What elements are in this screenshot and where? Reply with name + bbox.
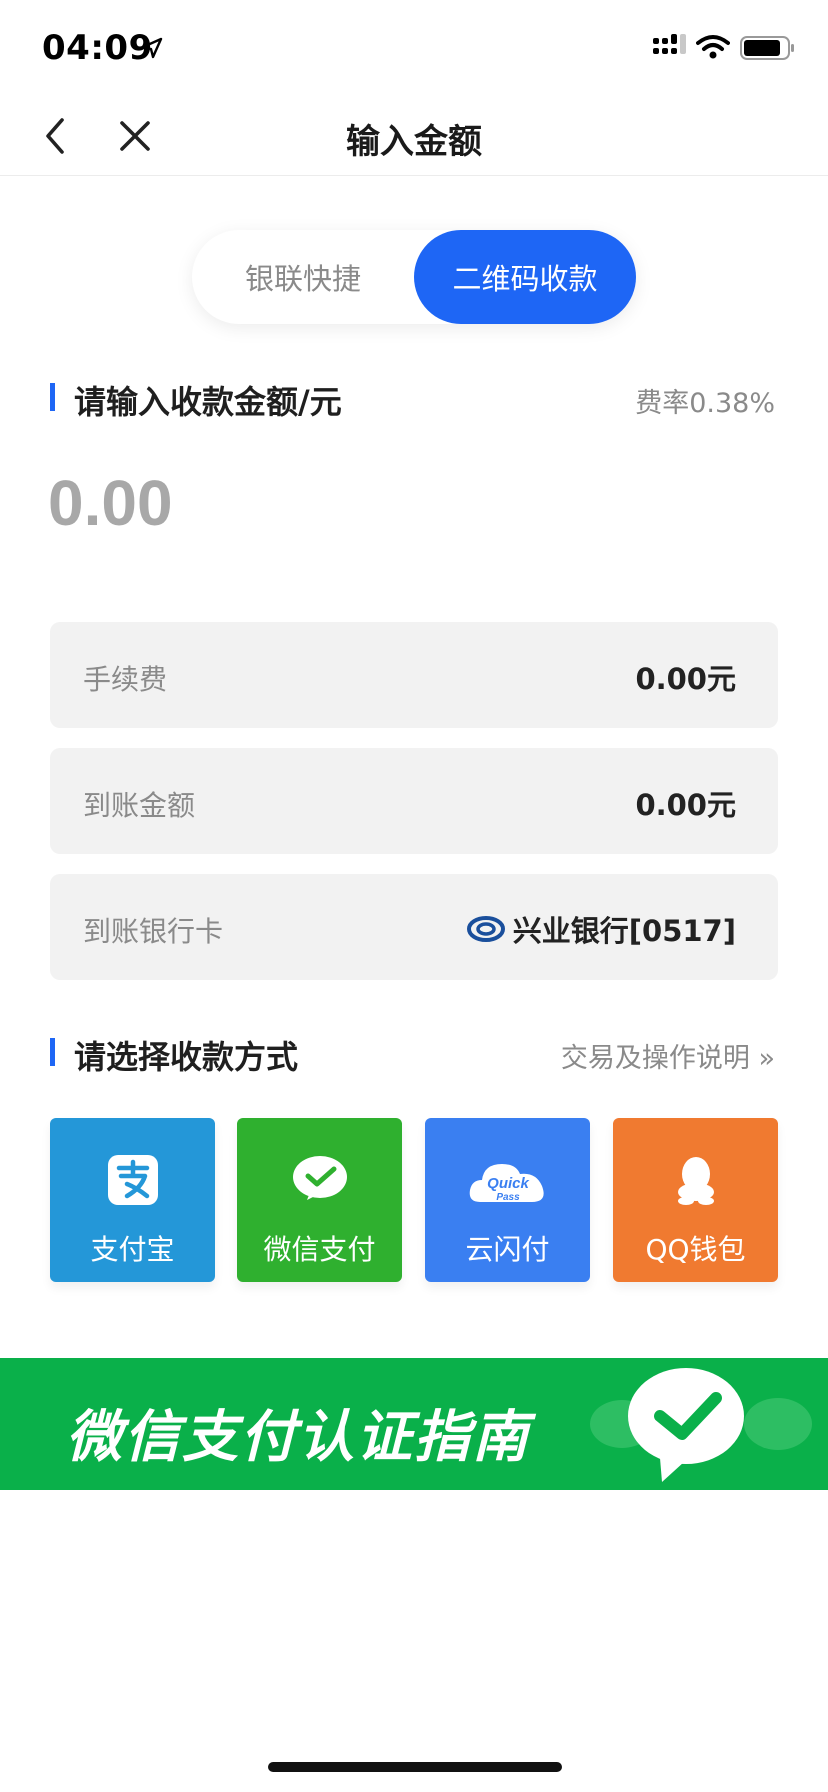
qq-icon [613, 1154, 778, 1208]
section-accent-bar [50, 383, 55, 411]
operation-guide-link[interactable]: 交易及操作说明 » [561, 1036, 775, 1075]
method-quickpass-label: 云闪付 [465, 1233, 550, 1266]
fee-value: 0.00元 [635, 662, 736, 696]
status-time: 04:09 [42, 28, 153, 68]
method-wechat[interactable]: 微信支付 [237, 1118, 402, 1282]
amount-input[interactable]: 0.00 [48, 466, 173, 540]
tab-unionpay-quick[interactable]: 银联快捷 [192, 230, 414, 324]
home-indicator [268, 1762, 562, 1772]
received-amount-label: 到账金额 [83, 789, 196, 822]
page-title: 输入金额 [346, 122, 482, 162]
method-alipay[interactable]: 支付宝 [50, 1118, 215, 1282]
status-bar: 04:09 [0, 0, 828, 96]
method-qq-wallet-label: QQ钱包 [645, 1233, 746, 1266]
alipay-icon [50, 1154, 215, 1208]
method-alipay-label: 支付宝 [90, 1233, 175, 1266]
method-quickpass[interactable]: Quick Pass 云闪付 [425, 1118, 590, 1282]
signal-icon [652, 34, 688, 64]
payment-type-segmented: 银联快捷 二维码收款 [192, 230, 636, 324]
industrial-bank-logo-icon [466, 916, 505, 942]
nav-bar: 输入金额 [0, 96, 828, 176]
quickpass-icon: Quick Pass [425, 1154, 590, 1208]
location-arrow-icon [140, 36, 164, 64]
method-qq-wallet[interactable]: QQ钱包 [613, 1118, 778, 1282]
battery-icon [740, 36, 796, 64]
section-accent-bar [50, 1038, 55, 1066]
received-amount-row: 到账金额 0.00元 [50, 748, 778, 854]
method-section-header: 请选择收款方式 交易及操作说明 » [50, 1032, 780, 1076]
wechat-icon [237, 1154, 402, 1208]
bank-card-label: 到账银行卡 [83, 915, 224, 948]
method-wechat-label: 微信支付 [263, 1233, 376, 1266]
amount-section-title: 请输入收款金额/元 [74, 383, 342, 421]
received-amount-value: 0.00元 [635, 788, 736, 822]
fee-label: 手续费 [83, 663, 168, 696]
tab-qrcode-collect[interactable]: 二维码收款 [414, 230, 636, 324]
bank-card-value: 兴业银行[0517] [466, 908, 736, 950]
method-section-title: 请选择收款方式 [74, 1038, 299, 1076]
svg-text:Pass: Pass [496, 1192, 520, 1203]
amount-section-header: 请输入收款金额/元 费率0.38% [50, 377, 780, 421]
wifi-icon [696, 34, 730, 64]
payment-methods: 支付宝 微信支付 Quick Pass 云闪付 QQ钱包 [50, 1118, 778, 1284]
svg-text:Quick: Quick [487, 1175, 529, 1192]
bank-card-row[interactable]: 到账银行卡 兴业银行[0517] [50, 874, 778, 980]
bank-card-name: 兴业银行[0517] [512, 914, 736, 948]
wechat-bubble-icon [590, 1368, 812, 1482]
fee-rate: 费率0.38% [635, 388, 775, 419]
banner-text: 微信支付认证指南 [66, 1405, 530, 1470]
fee-row: 手续费 0.00元 [50, 622, 778, 728]
wechat-guide-banner[interactable]: 微信支付认证指南 [0, 1358, 828, 1490]
page: 04:09 输入金额 银联快捷 二维码收款 请输入收款金额/元 费率0.38% … [0, 0, 828, 1792]
